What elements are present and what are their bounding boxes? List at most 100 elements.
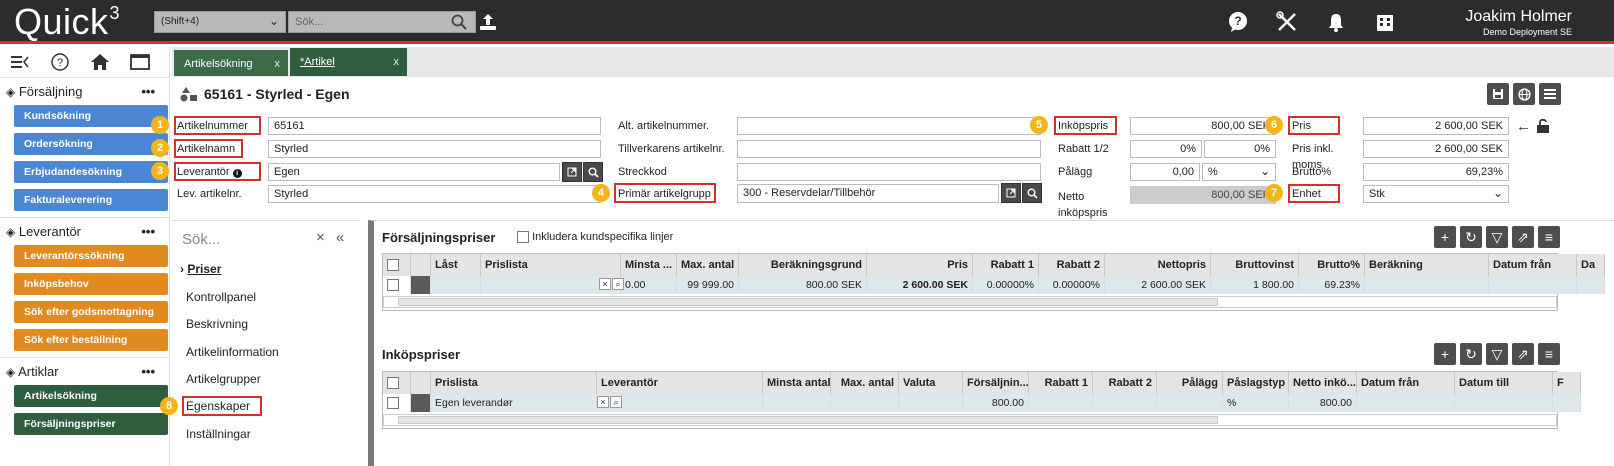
grid-cell[interactable]: 0.00000% xyxy=(1039,276,1105,294)
help-circle-icon[interactable]: ? xyxy=(40,53,80,71)
grid-cell[interactable] xyxy=(763,394,831,412)
primar-artikelgrupp-field[interactable]: 300 - Reservdelar/Tillbehör xyxy=(737,184,999,203)
sidebar-item-artikelsokning[interactable]: Artikelsökning xyxy=(14,385,168,407)
app-logo[interactable]: Quick3 xyxy=(14,1,120,43)
shortcut-select[interactable]: (Shift+4) ⌄ xyxy=(154,11,286,33)
column-header[interactable]: Rabatt 1 xyxy=(973,254,1039,276)
rabatt2-field[interactable]: 0% xyxy=(1204,140,1276,158)
column-header[interactable]: Da xyxy=(1577,254,1605,276)
export-icon[interactable]: ⇗ xyxy=(1512,343,1534,365)
row-checkbox[interactable] xyxy=(383,394,411,412)
column-header[interactable]: Prislista xyxy=(431,372,597,394)
export-icon[interactable]: ⇗ xyxy=(1512,226,1534,248)
more-icon[interactable]: ••• xyxy=(141,364,155,379)
palagg-unit-select[interactable]: % ⌄ xyxy=(1202,163,1276,181)
sidebar-item-ordersokning[interactable]: Ordersökning xyxy=(14,133,168,155)
grid-cell[interactable] xyxy=(1489,276,1577,294)
more-icon[interactable]: ••• xyxy=(141,224,155,239)
grid-cell[interactable]: 69.23% xyxy=(1299,276,1365,294)
grid-cell[interactable]: 800.00 xyxy=(963,394,1029,412)
grid-cell[interactable]: 2 600.00 SEK xyxy=(1105,276,1211,294)
nav-item-beskrivning[interactable]: Beskrivning xyxy=(186,317,248,331)
tab-artikel[interactable]: *Artikel x xyxy=(290,48,407,76)
grid-cell[interactable]: % xyxy=(1223,394,1289,412)
close-icon[interactable]: x xyxy=(275,58,281,70)
column-header[interactable]: Rabatt 2 xyxy=(1039,254,1105,276)
alt-artikelnummer-field[interactable] xyxy=(737,117,1041,135)
column-header[interactable]: Valuta xyxy=(899,372,963,394)
lev-artikelnr-field[interactable]: Styrled xyxy=(268,185,601,203)
search-icon[interactable] xyxy=(1022,183,1042,203)
grid-cell[interactable] xyxy=(1365,276,1489,294)
column-header[interactable]: Rabatt 2 xyxy=(1093,372,1157,394)
grid-cell[interactable]: 800.00 SEK xyxy=(739,276,867,294)
clear-icon[interactable]: × xyxy=(316,229,325,246)
clear-icon[interactable]: × xyxy=(597,396,609,408)
leverantor-field[interactable]: Egen xyxy=(268,163,560,181)
global-search-input[interactable]: Sök... xyxy=(288,11,476,33)
grid-cell[interactable]: 0.00 xyxy=(621,276,677,294)
building-icon[interactable] xyxy=(1371,8,1399,36)
include-checkbox[interactable] xyxy=(517,231,529,244)
arrow-left-icon[interactable]: ← xyxy=(1516,118,1531,135)
grid-cell[interactable]: 1 800.00 xyxy=(1211,276,1299,294)
column-header[interactable]: Datum från xyxy=(1489,254,1577,276)
collapse-menu-icon[interactable] xyxy=(0,55,40,69)
streckkod-field[interactable] xyxy=(737,163,1041,181)
column-header[interactable]: Rabatt 1 xyxy=(1029,372,1093,394)
nav-item-kontrollpanel[interactable]: Kontrollpanel xyxy=(186,290,256,304)
open-link-icon[interactable] xyxy=(1001,183,1021,203)
column-header[interactable]: Pålägg xyxy=(1157,372,1223,394)
sidebar-item-godsmottagning[interactable]: Sök efter godsmottagning xyxy=(14,301,168,323)
refresh-icon[interactable]: ↻ xyxy=(1460,226,1482,248)
column-header[interactable]: Låst xyxy=(431,254,481,276)
include-customer-lines[interactable]: Inkludera kundspecifika linjer xyxy=(517,231,673,244)
search-icon[interactable] xyxy=(583,162,603,182)
column-header[interactable]: Minsta antal xyxy=(763,372,831,394)
grid-cell[interactable] xyxy=(1029,394,1093,412)
column-header[interactable]: Minsta ... xyxy=(621,254,677,276)
bell-icon[interactable] xyxy=(1322,8,1350,36)
column-header[interactable]: Bruttovinst xyxy=(1211,254,1299,276)
grid-cell[interactable] xyxy=(1157,394,1223,412)
row-expand-handle[interactable] xyxy=(411,276,431,294)
nav-item-priser[interactable]: › Priser xyxy=(180,262,221,276)
grid-cell[interactable] xyxy=(1093,394,1157,412)
home-icon[interactable] xyxy=(80,53,120,71)
sidebar-section-sales[interactable]: ◈ Försäljning ••• xyxy=(0,77,169,105)
row-expand-handle[interactable] xyxy=(411,394,431,412)
grid-cell[interactable] xyxy=(831,394,899,412)
open-link-icon[interactable] xyxy=(562,162,582,182)
sidebar-item-forsaljningspriser[interactable]: Försäljningspriser xyxy=(14,413,168,435)
column-header[interactable]: Prislista xyxy=(481,254,621,276)
nav-search-input[interactable]: Sök... xyxy=(182,231,220,248)
palagg-field[interactable]: 0,00 xyxy=(1130,163,1200,181)
grid-cell[interactable]: 2 600.00 SEK xyxy=(867,276,973,294)
horizontal-scrollbar[interactable] xyxy=(383,296,1557,308)
artikelnummer-field[interactable]: 65161 xyxy=(268,117,601,135)
row-checkbox[interactable] xyxy=(383,276,411,294)
column-header[interactable]: Datum från xyxy=(1357,372,1455,394)
enhet-select[interactable]: Stk ⌄ xyxy=(1363,185,1509,203)
tools-icon[interactable] xyxy=(1273,8,1301,36)
window-icon[interactable] xyxy=(120,54,160,70)
select-all-checkbox[interactable] xyxy=(383,254,411,276)
column-header[interactable]: Beräkning xyxy=(1365,254,1489,276)
search-icon[interactable]: ⌕ xyxy=(612,278,624,290)
sidebar-item-inkopsbehov[interactable]: Inköpsbehov xyxy=(14,273,168,295)
user-info[interactable]: Joakim Holmer Demo Deployment SE xyxy=(1465,8,1572,37)
upload-icon[interactable] xyxy=(474,8,502,36)
column-header[interactable]: Max. antal xyxy=(831,372,899,394)
nav-item-installningar[interactable]: Inställningar xyxy=(186,427,251,441)
search-icon[interactable]: ⌕ xyxy=(610,396,622,408)
grid-cell[interactable] xyxy=(431,276,481,294)
horizontal-scrollbar[interactable] xyxy=(383,414,1557,426)
column-header[interactable]: Pris xyxy=(867,254,973,276)
refresh-icon[interactable]: ↻ xyxy=(1460,343,1482,365)
filter-icon[interactable]: ▽ xyxy=(1486,343,1508,365)
column-header[interactable]: Leverantör xyxy=(597,372,763,394)
column-header[interactable]: Netto inkö... xyxy=(1289,372,1357,394)
grid-cell[interactable] xyxy=(1553,394,1581,412)
grid-cell[interactable] xyxy=(1577,276,1605,294)
menu-icon[interactable]: ≡ xyxy=(1538,226,1560,248)
